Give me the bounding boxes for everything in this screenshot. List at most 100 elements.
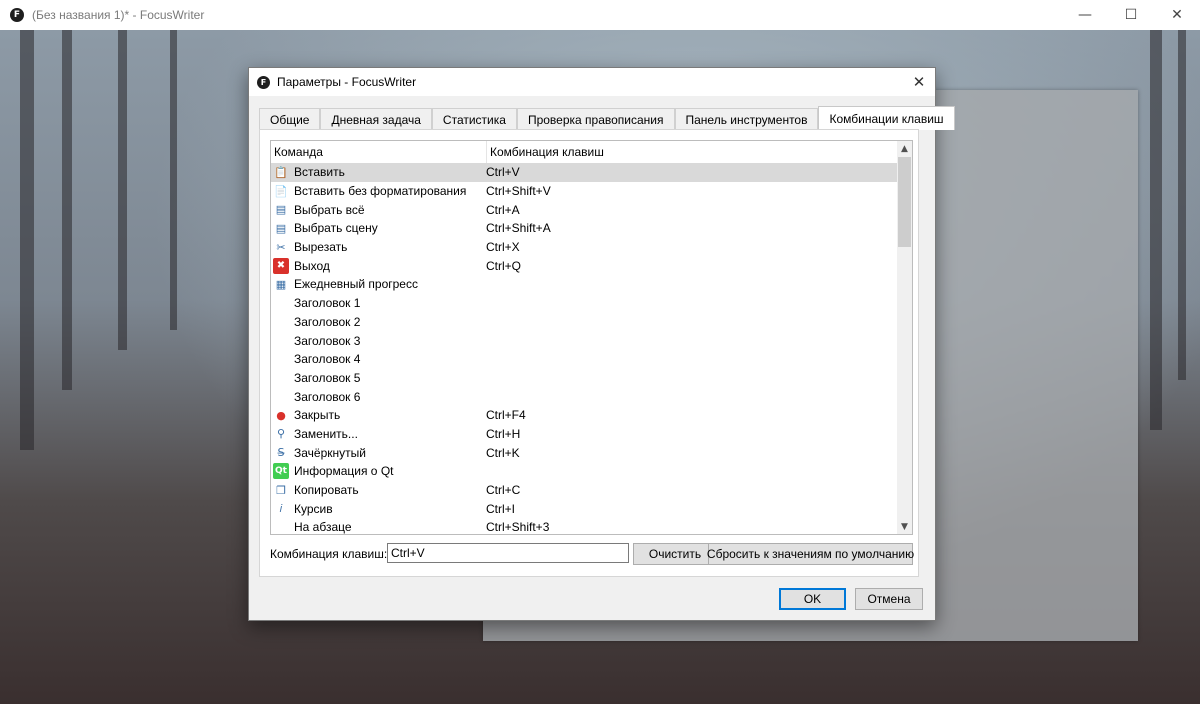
command-name: Заменить...	[294, 426, 358, 441]
close-window-button[interactable]: ✕	[1154, 0, 1200, 30]
main-window-title: (Без названия 1)* - FocusWriter	[32, 8, 205, 22]
command-name: Выход	[294, 258, 330, 273]
table-row[interactable]: ● Закрыть Ctrl+F4	[271, 406, 897, 425]
command-name: Информация о Qt	[294, 464, 394, 479]
scroll-down-arrow-icon[interactable]: ▼	[897, 519, 912, 534]
clear-button[interactable]: Очистить	[633, 543, 717, 565]
command-name: Закрыть	[294, 408, 341, 423]
table-row[interactable]: 📄 Вставить без форматирования Ctrl+Shift+V	[271, 182, 897, 201]
table-row[interactable]: ▤ Выбрать сцену Ctrl+Shift+A	[271, 219, 897, 238]
shortcut-value: Ctrl+V	[486, 165, 520, 180]
table-row[interactable]: ▦ Ежедневный прогресс	[271, 275, 897, 294]
shortcut-value: Ctrl+Shift+3	[486, 520, 550, 535]
tab-5[interactable]: Комбинации клавиш	[818, 106, 955, 130]
exit-icon: ✖	[273, 257, 289, 274]
shortcut-field-label: Комбинация клавиш:	[270, 547, 388, 561]
shortcut-value: Ctrl+A	[486, 202, 520, 217]
table-row[interactable]: Заголовок 4	[271, 350, 897, 369]
ok-button[interactable]: OK	[779, 588, 846, 610]
tree-trunk	[118, 30, 127, 350]
command-name: Курсив	[294, 501, 333, 516]
shortcut-list[interactable]: Команда Комбинация клавиш 📋 Вставить Ctrl+…	[270, 140, 913, 535]
command-name: Заголовок 2	[294, 314, 361, 329]
shortcut-value: Ctrl+Shift+A	[486, 221, 551, 236]
shortcut-input[interactable]	[387, 543, 629, 563]
qt-logo-icon: Qt	[273, 463, 289, 480]
table-row[interactable]: ⚲ Заменить... Ctrl+H	[271, 425, 897, 444]
main-titlebar: F (Без названия 1)* - FocusWriter — ☐ ✕	[0, 0, 1200, 30]
table-row[interactable]: Заголовок 2	[271, 313, 897, 332]
command-name: Зачёркнутый	[294, 445, 366, 460]
command-name: Вставить	[294, 165, 345, 180]
tab-3[interactable]: Проверка правописания	[516, 108, 675, 130]
shortcuts-tab-panel: Команда Комбинация клавиш 📋 Вставить Ctrl+…	[259, 129, 919, 577]
tree-trunk	[20, 30, 34, 450]
shortcut-value: Ctrl+F4	[486, 408, 526, 423]
tree-trunk	[1150, 30, 1162, 430]
table-row[interactable]: Заголовок 3	[271, 331, 897, 350]
minimize-button[interactable]: —	[1062, 0, 1108, 30]
column-header-command[interactable]: Команда	[271, 141, 487, 163]
strikethrough-icon: S̶	[277, 446, 285, 460]
maximize-button[interactable]: ☐	[1108, 0, 1154, 30]
settings-dialog: F Параметры - FocusWriter ✕ Общие Дневная…	[248, 67, 955, 621]
shortcut-value: Ctrl+H	[486, 426, 521, 441]
focuswriter-logo-icon: F	[10, 8, 24, 22]
tab-0[interactable]: Общие	[259, 108, 321, 130]
close-document-icon: ●	[276, 408, 286, 422]
vertical-scrollbar[interactable]: ▲ ▼	[897, 141, 912, 534]
command-name: На абзаце	[294, 520, 352, 535]
paste-plain-icon: 📄	[274, 184, 288, 198]
reset-defaults-button[interactable]: Сбросить к значениям по умолчанию	[707, 543, 914, 565]
scroll-up-arrow-icon[interactable]: ▲	[897, 141, 912, 156]
tree-trunk	[170, 30, 177, 330]
command-name: Вырезать	[294, 240, 348, 255]
shortcut-value: Ctrl+Shift+V	[486, 184, 551, 199]
column-header-shortcut[interactable]: Комбинация клавиш	[487, 141, 604, 163]
tab-2[interactable]: Статистика	[431, 108, 517, 130]
table-row[interactable]: На абзаце Ctrl+Shift+3	[271, 518, 897, 535]
shortcut-value: Ctrl+Q	[486, 258, 522, 273]
dialog-titlebar: F Параметры - FocusWriter ✕	[249, 68, 935, 96]
command-name: Заголовок 5	[294, 370, 361, 385]
scrollbar-thumb[interactable]	[898, 157, 911, 247]
tree-trunk	[62, 30, 72, 390]
tab-1[interactable]: Дневная задача	[320, 108, 432, 130]
settings-tabs: Общие Дневная задача Статистика Проверка пр…	[259, 106, 955, 130]
shortcut-value: Ctrl+C	[486, 483, 521, 498]
command-name: Заголовок 4	[294, 352, 361, 367]
cancel-button[interactable]: Отмена	[855, 588, 923, 610]
table-row[interactable]: Заголовок 1	[271, 294, 897, 313]
command-name: Ежедневный прогресс	[294, 277, 418, 292]
table-row[interactable]: Заголовок 5	[271, 369, 897, 388]
command-name: Копировать	[294, 483, 359, 498]
table-row[interactable]: ✂ Вырезать Ctrl+X	[271, 238, 897, 257]
dialog-title: Параметры - FocusWriter	[277, 75, 417, 89]
dialog-close-button[interactable]: ✕	[903, 68, 935, 96]
tab-4[interactable]: Панель инструментов	[674, 108, 819, 130]
table-row[interactable]: S̶ Зачёркнутый Ctrl+K	[271, 443, 897, 462]
table-row[interactable]: 📋 Вставить Ctrl+V	[271, 163, 897, 182]
command-name: Выбрать сцену	[294, 221, 378, 236]
command-name: Заголовок 3	[294, 333, 361, 348]
table-row[interactable]: ❐ Копировать Ctrl+C	[271, 481, 897, 500]
command-name: Заголовок 6	[294, 389, 361, 404]
focuswriter-logo-icon: F	[257, 75, 270, 89]
list-rows: 📋 Вставить Ctrl+V 📄 Вставить без форматирова…	[271, 163, 897, 535]
table-row[interactable]: 𝑖 Курсив Ctrl+I	[271, 499, 897, 518]
command-name: Заголовок 1	[294, 296, 361, 311]
list-header: Команда Комбинация клавиш	[271, 141, 897, 164]
table-row[interactable]: ▤ Выбрать всё Ctrl+A	[271, 200, 897, 219]
table-row[interactable]: Заголовок 6	[271, 387, 897, 406]
paste-icon: 📋	[274, 165, 288, 179]
command-name: Вставить без форматирования	[294, 184, 467, 199]
shortcut-value: Ctrl+I	[486, 501, 516, 516]
calendar-icon: ▦	[275, 277, 287, 291]
binoculars-icon: ⚲	[276, 427, 286, 441]
table-row[interactable]: ✖ Выход Ctrl+Q	[271, 256, 897, 275]
select-all-icon: ▤	[275, 203, 287, 217]
shortcut-value: Ctrl+X	[486, 240, 520, 255]
table-row[interactable]: Qt Информация о Qt	[271, 462, 897, 481]
italic-icon: 𝑖	[279, 501, 283, 515]
scissors-icon: ✂	[276, 240, 286, 254]
